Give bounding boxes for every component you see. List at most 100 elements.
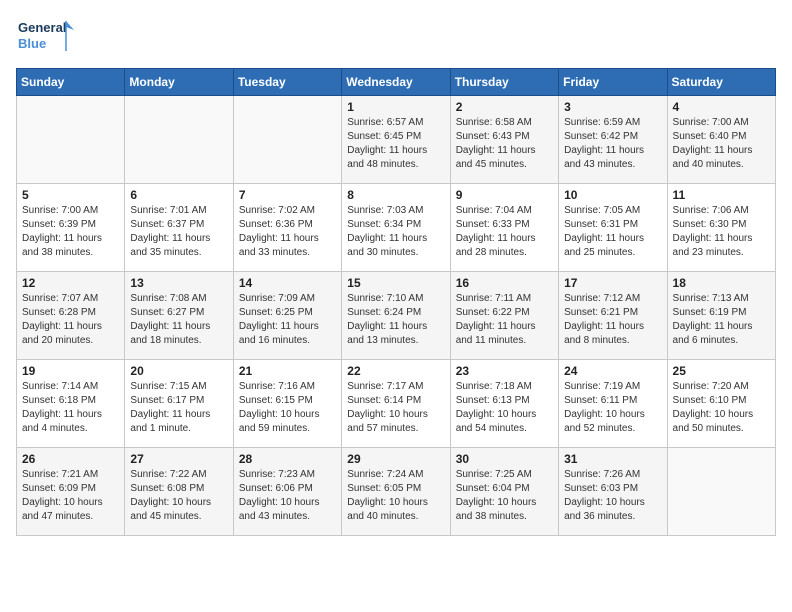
day-info: Sunrise: 7:00 AM Sunset: 6:40 PM Dayligh… — [673, 116, 770, 172]
day-info: Sunrise: 7:13 AM Sunset: 6:19 PM Dayligh… — [673, 292, 770, 348]
calendar-cell: 30 Sunrise: 7:25 AM Sunset: 6:04 PM Dayli… — [450, 448, 558, 536]
day-info: Sunrise: 7:15 AM Sunset: 6:17 PM Dayligh… — [130, 380, 227, 436]
weekday-header: Saturday — [667, 69, 775, 96]
weekday-header: Thursday — [450, 69, 558, 96]
day-info: Sunrise: 7:08 AM Sunset: 6:27 PM Dayligh… — [130, 292, 227, 348]
day-number: 20 — [130, 364, 227, 378]
calendar-cell — [667, 448, 775, 536]
calendar-cell: 13 Sunrise: 7:08 AM Sunset: 6:27 PM Dayli… — [125, 272, 233, 360]
calendar-cell: 17Sunrise: 7:12 AM Sunset: 6:21 PM Dayli… — [559, 272, 667, 360]
day-info: Sunrise: 7:20 AM Sunset: 6:10 PM Dayligh… — [673, 380, 770, 436]
day-number: 17 — [564, 276, 661, 290]
calendar-cell: 8 Sunrise: 7:03 AM Sunset: 6:34 PM Daylig… — [342, 184, 450, 272]
calendar-cell: 19 Sunrise: 7:14 AM Sunset: 6:18 PM Dayli… — [17, 360, 125, 448]
day-info: Sunrise: 7:21 AM Sunset: 6:09 PM Dayligh… — [22, 468, 119, 524]
day-number: 22 — [347, 364, 444, 378]
day-number: 2 — [456, 100, 553, 114]
day-number: 24 — [564, 364, 661, 378]
day-number: 28 — [239, 452, 336, 466]
calendar-cell: 24 Sunrise: 7:19 AM Sunset: 6:11 PM Dayli… — [559, 360, 667, 448]
day-info: Sunrise: 7:16 AM Sunset: 6:15 PM Dayligh… — [239, 380, 336, 436]
svg-text:General: General — [18, 20, 66, 35]
calendar-cell: 26Sunrise: 7:21 AM Sunset: 6:09 PM Dayli… — [17, 448, 125, 536]
calendar-cell: 3 Sunrise: 6:59 AM Sunset: 6:42 PM Daylig… — [559, 96, 667, 184]
calendar-cell: 28 Sunrise: 7:23 AM Sunset: 6:06 PM Dayli… — [233, 448, 341, 536]
calendar-week-row: 26Sunrise: 7:21 AM Sunset: 6:09 PM Dayli… — [17, 448, 776, 536]
day-number: 15 — [347, 276, 444, 290]
day-number: 13 — [130, 276, 227, 290]
day-info: Sunrise: 6:57 AM Sunset: 6:45 PM Dayligh… — [347, 116, 444, 172]
day-number: 31 — [564, 452, 661, 466]
logo-svg: General Blue — [16, 16, 76, 56]
day-info: Sunrise: 7:10 AM Sunset: 6:24 PM Dayligh… — [347, 292, 444, 348]
day-info: Sunrise: 7:05 AM Sunset: 6:31 PM Dayligh… — [564, 204, 661, 260]
day-number: 14 — [239, 276, 336, 290]
day-info: Sunrise: 7:23 AM Sunset: 6:06 PM Dayligh… — [239, 468, 336, 524]
calendar-cell: 25Sunrise: 7:20 AM Sunset: 6:10 PM Dayli… — [667, 360, 775, 448]
logo: General Blue — [16, 16, 76, 56]
page-header: General Blue — [16, 16, 776, 56]
day-info: Sunrise: 6:58 AM Sunset: 6:43 PM Dayligh… — [456, 116, 553, 172]
calendar-cell: 27Sunrise: 7:22 AM Sunset: 6:08 PM Dayli… — [125, 448, 233, 536]
day-info: Sunrise: 7:00 AM Sunset: 6:39 PM Dayligh… — [22, 204, 119, 260]
day-info: Sunrise: 7:06 AM Sunset: 6:30 PM Dayligh… — [673, 204, 770, 260]
day-number: 7 — [239, 188, 336, 202]
weekday-header: Friday — [559, 69, 667, 96]
day-info: Sunrise: 7:02 AM Sunset: 6:36 PM Dayligh… — [239, 204, 336, 260]
calendar-week-row: 5Sunrise: 7:00 AM Sunset: 6:39 PM Daylig… — [17, 184, 776, 272]
day-number: 3 — [564, 100, 661, 114]
day-number: 19 — [22, 364, 119, 378]
calendar-table: SundayMondayTuesdayWednesdayThursdayFrid… — [16, 68, 776, 536]
day-number: 8 — [347, 188, 444, 202]
calendar-cell: 12 Sunrise: 7:07 AM Sunset: 6:28 PM Dayli… — [17, 272, 125, 360]
calendar-cell: 15 Sunrise: 7:10 AM Sunset: 6:24 PM Dayli… — [342, 272, 450, 360]
calendar-cell — [17, 96, 125, 184]
day-info: Sunrise: 7:19 AM Sunset: 6:11 PM Dayligh… — [564, 380, 661, 436]
day-info: Sunrise: 7:09 AM Sunset: 6:25 PM Dayligh… — [239, 292, 336, 348]
calendar-cell: 2 Sunrise: 6:58 AM Sunset: 6:43 PM Daylig… — [450, 96, 558, 184]
day-number: 1 — [347, 100, 444, 114]
day-number: 27 — [130, 452, 227, 466]
calendar-cell: 16 Sunrise: 7:11 AM Sunset: 6:22 PM Dayli… — [450, 272, 558, 360]
day-number: 11 — [673, 188, 770, 202]
calendar-cell: 6 Sunrise: 7:01 AM Sunset: 6:37 PM Daylig… — [125, 184, 233, 272]
weekday-header: Wednesday — [342, 69, 450, 96]
calendar-week-row: 1 Sunrise: 6:57 AM Sunset: 6:45 PM Daylig… — [17, 96, 776, 184]
calendar-week-row: 12 Sunrise: 7:07 AM Sunset: 6:28 PM Dayli… — [17, 272, 776, 360]
day-number: 10 — [564, 188, 661, 202]
calendar-cell: 10 Sunrise: 7:05 AM Sunset: 6:31 PM Dayli… — [559, 184, 667, 272]
day-info: Sunrise: 7:01 AM Sunset: 6:37 PM Dayligh… — [130, 204, 227, 260]
calendar-cell: 11 Sunrise: 7:06 AM Sunset: 6:30 PM Dayli… — [667, 184, 775, 272]
day-number: 30 — [456, 452, 553, 466]
day-info: Sunrise: 7:26 AM Sunset: 6:03 PM Dayligh… — [564, 468, 661, 524]
calendar-cell: 31 Sunrise: 7:26 AM Sunset: 6:03 PM Dayli… — [559, 448, 667, 536]
day-number: 12 — [22, 276, 119, 290]
day-number: 21 — [239, 364, 336, 378]
weekday-header-row: SundayMondayTuesdayWednesdayThursdayFrid… — [17, 69, 776, 96]
day-number: 18 — [673, 276, 770, 290]
day-number: 6 — [130, 188, 227, 202]
day-info: Sunrise: 7:04 AM Sunset: 6:33 PM Dayligh… — [456, 204, 553, 260]
weekday-header: Tuesday — [233, 69, 341, 96]
day-info: Sunrise: 7:03 AM Sunset: 6:34 PM Dayligh… — [347, 204, 444, 260]
calendar-cell — [233, 96, 341, 184]
day-info: Sunrise: 7:17 AM Sunset: 6:14 PM Dayligh… — [347, 380, 444, 436]
day-info: Sunrise: 7:07 AM Sunset: 6:28 PM Dayligh… — [22, 292, 119, 348]
day-number: 16 — [456, 276, 553, 290]
svg-text:Blue: Blue — [18, 36, 46, 51]
day-info: Sunrise: 7:11 AM Sunset: 6:22 PM Dayligh… — [456, 292, 553, 348]
day-number: 23 — [456, 364, 553, 378]
calendar-cell: 5Sunrise: 7:00 AM Sunset: 6:39 PM Daylig… — [17, 184, 125, 272]
calendar-cell: 1 Sunrise: 6:57 AM Sunset: 6:45 PM Daylig… — [342, 96, 450, 184]
calendar-cell: 7 Sunrise: 7:02 AM Sunset: 6:36 PM Daylig… — [233, 184, 341, 272]
calendar-cell: 22 Sunrise: 7:17 AM Sunset: 6:14 PM Dayli… — [342, 360, 450, 448]
day-info: Sunrise: 6:59 AM Sunset: 6:42 PM Dayligh… — [564, 116, 661, 172]
day-info: Sunrise: 7:25 AM Sunset: 6:04 PM Dayligh… — [456, 468, 553, 524]
day-info: Sunrise: 7:14 AM Sunset: 6:18 PM Dayligh… — [22, 380, 119, 436]
weekday-header: Sunday — [17, 69, 125, 96]
calendar-cell: 14 Sunrise: 7:09 AM Sunset: 6:25 PM Dayli… — [233, 272, 341, 360]
weekday-header: Monday — [125, 69, 233, 96]
day-info: Sunrise: 7:24 AM Sunset: 6:05 PM Dayligh… — [347, 468, 444, 524]
calendar-cell: 9Sunrise: 7:04 AM Sunset: 6:33 PM Daylig… — [450, 184, 558, 272]
day-number: 4 — [673, 100, 770, 114]
